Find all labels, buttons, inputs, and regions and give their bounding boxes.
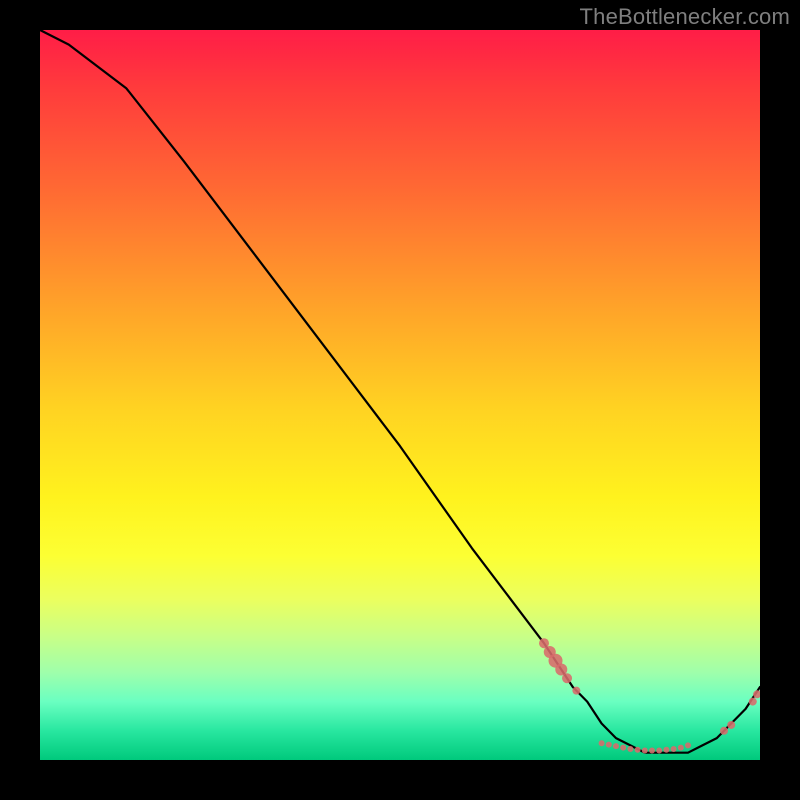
highlight-dot bbox=[649, 748, 655, 754]
plot-area bbox=[40, 30, 760, 760]
highlight-dot bbox=[620, 745, 626, 751]
attribution-label: TheBottlenecker.com bbox=[580, 4, 790, 30]
highlight-dot bbox=[720, 727, 728, 735]
highlight-dot bbox=[685, 742, 691, 748]
highlight-dot bbox=[572, 687, 580, 695]
bottleneck-curve bbox=[40, 30, 760, 753]
highlight-dot bbox=[727, 721, 735, 729]
chart-svg bbox=[40, 30, 760, 760]
highlight-dot bbox=[627, 746, 633, 752]
highlight-dot bbox=[749, 698, 757, 706]
highlight-dot bbox=[635, 747, 641, 753]
chart-frame: TheBottlenecker.com bbox=[0, 0, 800, 800]
highlight-dot bbox=[562, 673, 572, 683]
highlight-dot bbox=[663, 747, 669, 753]
highlight-dot bbox=[606, 742, 612, 748]
highlight-dot bbox=[656, 748, 662, 754]
highlight-dots bbox=[539, 638, 760, 753]
highlight-dot bbox=[613, 743, 619, 749]
highlight-dot bbox=[678, 745, 684, 751]
highlight-dot bbox=[671, 746, 677, 752]
highlight-dot bbox=[642, 748, 648, 754]
highlight-dot bbox=[599, 740, 605, 746]
